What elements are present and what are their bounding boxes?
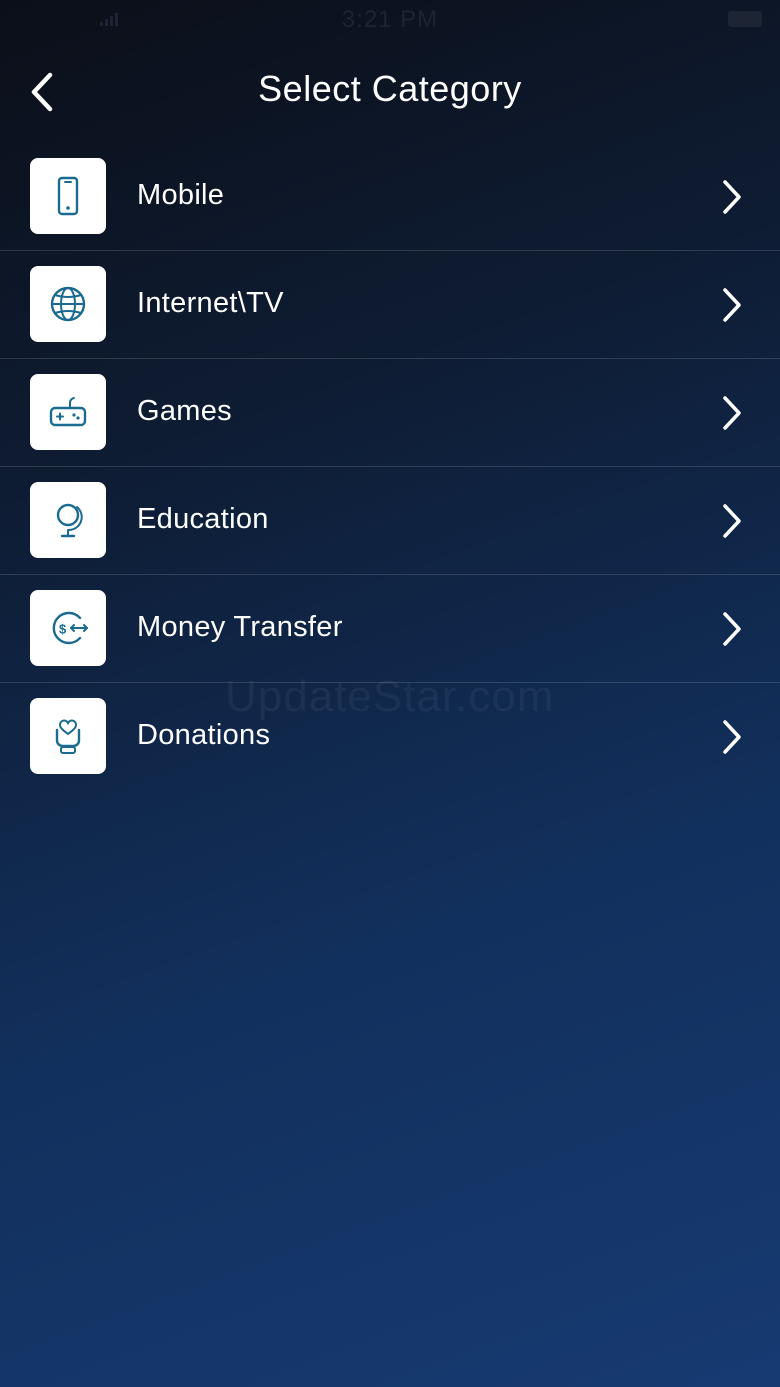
chevron-right-icon: [723, 612, 741, 646]
status-bar: 3:21 PM: [0, 0, 780, 40]
icon-tile: [30, 266, 106, 342]
category-item-games[interactable]: Games: [0, 359, 780, 467]
money-transfer-icon: $: [52, 611, 88, 645]
mobile-phone-icon: [57, 176, 79, 216]
category-item-money-transfer[interactable]: $ Money Transfer: [0, 575, 780, 683]
svg-text:$: $: [59, 622, 67, 637]
category-list: Mobile Internet\TV Games Education $ Mon…: [0, 143, 780, 790]
battery-icon: [728, 11, 762, 27]
chevron-right-icon: [723, 288, 741, 322]
icon-tile: [30, 158, 106, 234]
category-item-mobile[interactable]: Mobile: [0, 143, 780, 251]
chevron-right-icon: [723, 180, 741, 214]
category-item-internet-tv[interactable]: Internet\TV: [0, 251, 780, 359]
category-item-donations[interactable]: Donations: [0, 683, 780, 790]
category-label: Donations: [137, 719, 271, 751]
status-time: 3:21 PM: [341, 6, 439, 33]
globe-stand-icon: [56, 503, 83, 538]
chevron-right-icon: [723, 504, 741, 538]
nav-bar: Select Category: [0, 52, 780, 132]
gamepad-icon: [49, 397, 87, 427]
page-title: Select Category: [258, 68, 522, 109]
icon-tile: [30, 698, 106, 774]
chevron-right-icon: [723, 720, 741, 754]
category-label: Education: [137, 503, 269, 535]
icon-tile: $: [30, 590, 106, 666]
heart-hand-icon: [55, 719, 81, 754]
category-label: Internet\TV: [137, 287, 284, 319]
icon-tile: [30, 374, 106, 450]
chevron-right-icon: [723, 396, 741, 430]
category-label: Money Transfer: [137, 611, 343, 643]
globe-icon: [50, 286, 86, 322]
icon-tile: [30, 482, 106, 558]
screen: 3:21 PM Select Category UpdateStar.com M…: [0, 0, 780, 1387]
category-item-education[interactable]: Education: [0, 467, 780, 575]
category-label: Games: [137, 395, 232, 427]
category-label: Mobile: [137, 179, 225, 211]
